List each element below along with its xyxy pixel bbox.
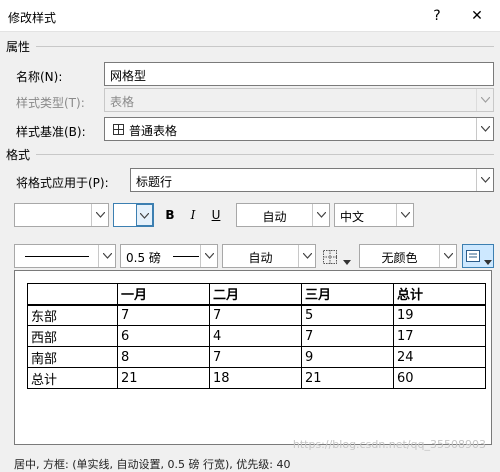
style-preview: 一月 二月 三月 总计 东部 7 7 5 19 西部 6 4 7 17 南部 8… — [14, 270, 492, 445]
style-base-value: 普通表格 — [129, 124, 178, 138]
preview-row: 南部 8 7 9 24 — [27, 346, 486, 368]
preview-cell: 19 — [393, 304, 486, 326]
chevron-down-icon — [476, 169, 493, 191]
border-weight-select[interactable]: 0.5 磅 — [120, 244, 218, 268]
window-title: 修改样式 — [8, 11, 57, 25]
preview-row: 东部 7 7 5 19 — [27, 304, 486, 326]
borders-button[interactable] — [321, 248, 355, 266]
preview-cell: 一月 — [117, 283, 210, 306]
preview-cell: 4 — [209, 325, 302, 347]
preview-cell: 8 — [117, 346, 210, 368]
preview-cell: 东部 — [27, 304, 118, 326]
chevron-down-icon — [476, 118, 493, 140]
properties-separator — [36, 46, 494, 47]
borders-icon — [323, 250, 337, 267]
preview-cell: 60 — [393, 367, 486, 389]
preview-header-row: 一月 二月 三月 总计 — [27, 283, 486, 306]
chevron-down-icon — [476, 89, 493, 111]
preview-cell: 21 — [301, 367, 394, 389]
help-button[interactable]: ? — [426, 6, 448, 26]
preview-cell: 二月 — [209, 283, 302, 306]
style-type-select[interactable]: 表格 — [104, 88, 494, 112]
name-field[interactable]: 网格型 — [104, 62, 494, 86]
style-base-label: 样式基准(B): — [16, 125, 86, 139]
chevron-down-icon — [312, 204, 329, 226]
font-color-value: 自动 — [262, 210, 287, 224]
border-style-select[interactable] — [14, 244, 116, 268]
chevron-down-icon — [200, 245, 217, 267]
font-color-select[interactable]: 自动 — [236, 203, 330, 227]
preview-cell: 7 — [209, 346, 302, 368]
shading-color-select[interactable]: 无颜色 — [359, 244, 457, 268]
format-separator — [36, 154, 494, 155]
chevron-down-icon — [136, 204, 153, 226]
preview-cell: 南部 — [27, 346, 118, 368]
language-value: 中文 — [340, 210, 365, 224]
preview-cell: 西部 — [27, 325, 118, 347]
apply-to-value: 标题行 — [136, 175, 173, 189]
font-name-select[interactable] — [14, 203, 109, 227]
preview-cell — [27, 283, 118, 306]
preview-cell: 7 — [209, 304, 302, 326]
preview-cell: 7 — [117, 304, 210, 326]
underline-button[interactable]: U — [205, 204, 227, 226]
style-base-select[interactable]: 普通表格 — [104, 117, 494, 141]
caret-down-icon — [343, 254, 351, 268]
preview-table: 一月 二月 三月 总计 东部 7 7 5 19 西部 6 4 7 17 南部 8… — [27, 283, 486, 389]
name-label: 名称(N): — [16, 70, 63, 84]
cell-alignment-icon — [466, 250, 480, 265]
chevron-down-icon — [91, 204, 108, 226]
preview-cell: 5 — [301, 304, 394, 326]
preview-cell: 21 — [117, 367, 210, 389]
preview-cell: 17 — [393, 325, 486, 347]
preview-cell: 总计 — [27, 367, 118, 389]
format-section-label: 格式 — [6, 148, 31, 162]
preview-cell: 7 — [301, 325, 394, 347]
preview-row: 总计 21 18 21 60 — [27, 367, 486, 389]
title-bar: 修改样式 ? ✕ — [0, 0, 500, 32]
watermark: https://blog.csdn.net/qq_35508903 — [292, 438, 486, 451]
properties-section-label: 属性 — [6, 40, 31, 54]
cell-alignment-button[interactable] — [462, 244, 494, 268]
line-weight-icon — [173, 256, 199, 257]
chevron-down-icon — [439, 245, 456, 267]
italic-button[interactable]: I — [182, 204, 204, 226]
preview-cell: 总计 — [393, 283, 486, 306]
bold-button[interactable]: B — [159, 204, 181, 226]
close-button[interactable]: ✕ — [466, 6, 488, 26]
solid-line-icon — [25, 256, 89, 257]
border-color-value: 自动 — [248, 251, 273, 265]
preview-row: 西部 6 4 7 17 — [27, 325, 486, 347]
preview-cell: 三月 — [301, 283, 394, 306]
apply-to-select[interactable]: 标题行 — [130, 168, 494, 192]
preview-cell: 6 — [117, 325, 210, 347]
border-color-select[interactable]: 自动 — [222, 244, 316, 268]
border-weight-value: 0.5 磅 — [126, 251, 161, 265]
shading-color-value: 无颜色 — [381, 251, 418, 265]
chevron-down-icon — [396, 204, 413, 226]
apply-to-label: 将格式应用于(P): — [16, 176, 109, 190]
font-size-select[interactable] — [113, 203, 154, 227]
preview-cell: 24 — [393, 346, 486, 368]
table-grid-icon — [113, 124, 124, 138]
caret-down-icon — [484, 254, 492, 268]
preview-cell: 9 — [301, 346, 394, 368]
style-type-label: 样式类型(T): — [16, 96, 85, 110]
chevron-down-icon — [298, 245, 315, 267]
chevron-down-icon — [98, 245, 115, 267]
language-select[interactable]: 中文 — [334, 203, 414, 227]
style-type-value: 表格 — [110, 95, 135, 109]
preview-cell: 18 — [209, 367, 302, 389]
name-value: 网格型 — [110, 69, 147, 83]
